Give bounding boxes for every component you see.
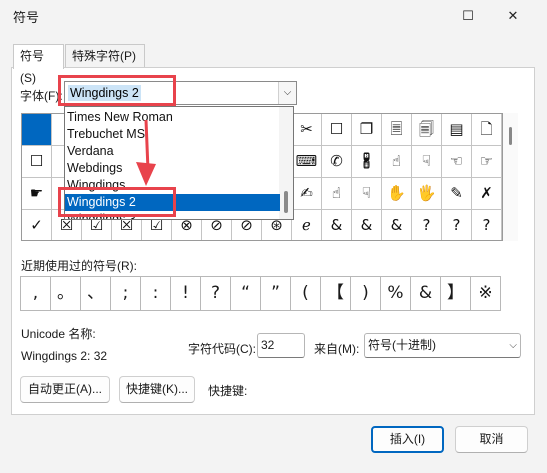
symbol-cell[interactable]: ☛ [22, 178, 52, 210]
font-option[interactable]: Webdings [65, 160, 280, 177]
font-option[interactable]: Wingdings 3 [65, 211, 280, 219]
font-label: 字体(F): [20, 89, 63, 103]
from-select[interactable]: 符号(十进制) ⌵ [364, 333, 521, 358]
symbol-cell[interactable]: ✆ [322, 146, 352, 178]
symbol-cell[interactable]: ❐ [352, 114, 382, 146]
char-code-label: 字符代码(C): [188, 342, 256, 356]
symbol-cell[interactable]: ✂ [292, 114, 322, 146]
insert-button[interactable]: 插入(I) [371, 426, 444, 453]
font-select[interactable]: Wingdings 2 ⌵ [64, 81, 297, 105]
symbol-cell[interactable]: ☜ [442, 146, 472, 178]
recent-symbol-cell[interactable]: 】 [440, 276, 471, 311]
font-select-value: Wingdings 2 [68, 85, 141, 101]
recent-symbol-cell[interactable]: “ [230, 276, 261, 311]
symbol-cell[interactable]: ☞ [472, 146, 502, 178]
font-option[interactable]: Trebuchet MS [65, 126, 280, 143]
symbol-cell[interactable]: 🗏 [382, 114, 412, 146]
symbol-cell[interactable]: ☝ [322, 178, 352, 210]
from-select-value: 符号(十进制) [368, 338, 436, 352]
font-option[interactable]: Wingdings [65, 177, 280, 194]
symbol-cell[interactable]: ? [442, 210, 472, 240]
autocorrect-button[interactable]: 自动更正(A)... [20, 376, 110, 403]
symbol-cell[interactable]: & [352, 210, 382, 240]
recent-symbol-cell[interactable]: 【 [320, 276, 351, 311]
unicode-name-label: Unicode 名称: [21, 327, 96, 341]
recent-symbol-cell[interactable]: ! [170, 276, 201, 311]
recent-symbol-cell[interactable]: 。 [50, 276, 81, 311]
dropdown-scrollbar[interactable] [279, 107, 293, 219]
recent-symbol-cell[interactable]: ) [350, 276, 381, 311]
recent-label: 近期使用过的符号(R): [21, 259, 137, 273]
shortcut-label: 快捷键: [208, 384, 248, 398]
window-title: 符号 [13, 10, 40, 25]
symbol-cell[interactable]: ☐ [22, 146, 52, 178]
cancel-button[interactable]: 取消 [455, 426, 528, 453]
symbol-cell[interactable] [22, 114, 52, 146]
recent-symbol-cell[interactable]: % [380, 276, 411, 311]
chevron-down-icon[interactable]: ⌵ [509, 334, 517, 357]
from-label: 来自(M): [314, 342, 360, 356]
tab-symbols[interactable]: 符号(S) [13, 44, 64, 85]
font-option[interactable]: Wingdings 2 [65, 194, 280, 211]
maximize-icon[interactable]: ☐ [451, 4, 485, 28]
symbol-cell[interactable]: ☝ [382, 146, 412, 178]
dropdown-scrollbar-thumb[interactable] [284, 191, 288, 213]
recent-symbol-cell[interactable]: ” [260, 276, 291, 311]
symbol-cell[interactable]: ✎ [442, 178, 472, 210]
scrollbar-thumb[interactable] [509, 127, 512, 145]
symbol-cell[interactable]: ☟ [352, 178, 382, 210]
recent-symbol-cell[interactable]: ? [200, 276, 231, 311]
recent-symbol-cell[interactable]: ; [110, 276, 141, 311]
shortcut-key-button[interactable]: 快捷键(K)... [119, 376, 195, 403]
symbol-cell[interactable]: 🖐 [412, 178, 442, 210]
symbol-cell[interactable]: ℯ [292, 210, 322, 240]
chevron-down-icon[interactable]: ⌵ [278, 82, 296, 104]
symbol-cell[interactable]: ⌨ [292, 146, 322, 178]
symbol-cell[interactable]: 🖁 [352, 146, 382, 178]
symbol-cell[interactable]: 🗐 [412, 114, 442, 146]
tab-special-characters[interactable]: 特殊字符(P) [65, 44, 145, 68]
symbol-cell[interactable]: ✋ [382, 178, 412, 210]
recent-symbol-cell[interactable]: ( [290, 276, 321, 311]
font-dropdown-list[interactable]: Times New Roman Trebuchet MS Verdana Webdin… [64, 106, 294, 220]
title-bar: 符号 ☐ ✕ [0, 0, 547, 32]
symbol-cell[interactable]: & [382, 210, 412, 240]
font-option[interactable]: Times New Roman [65, 109, 280, 126]
recent-symbol-cell[interactable]: & [410, 276, 441, 311]
recent-symbol-cell[interactable]: ※ [470, 276, 501, 311]
close-icon[interactable]: ✕ [496, 4, 530, 28]
symbol-cell[interactable]: ? [472, 210, 502, 240]
symbol-cell[interactable]: & [322, 210, 352, 240]
symbol-cell[interactable]: ? [412, 210, 442, 240]
symbol-cell[interactable]: ✓ [22, 210, 52, 240]
annotation-arrow-icon [136, 119, 156, 186]
unicode-name-value: Wingdings 2: 32 [21, 349, 108, 363]
symbol-cell[interactable]: ✗ [472, 178, 502, 210]
symbol-grid-scrollbar[interactable] [503, 113, 518, 241]
symbol-cell[interactable]: 🗋 [472, 114, 502, 146]
char-code-input[interactable]: 32 [257, 333, 305, 358]
symbol-cell[interactable]: ▤ [442, 114, 472, 146]
recent-symbol-cell[interactable]: : [140, 276, 171, 311]
symbol-cell[interactable]: ☐ [322, 114, 352, 146]
symbol-cell[interactable]: ☟ [412, 146, 442, 178]
recent-symbol-cell[interactable]: , [20, 276, 51, 311]
symbol-cell[interactable]: ✍ [292, 178, 322, 210]
recent-symbol-cell[interactable]: 、 [80, 276, 111, 311]
font-option[interactable]: Verdana [65, 143, 280, 160]
